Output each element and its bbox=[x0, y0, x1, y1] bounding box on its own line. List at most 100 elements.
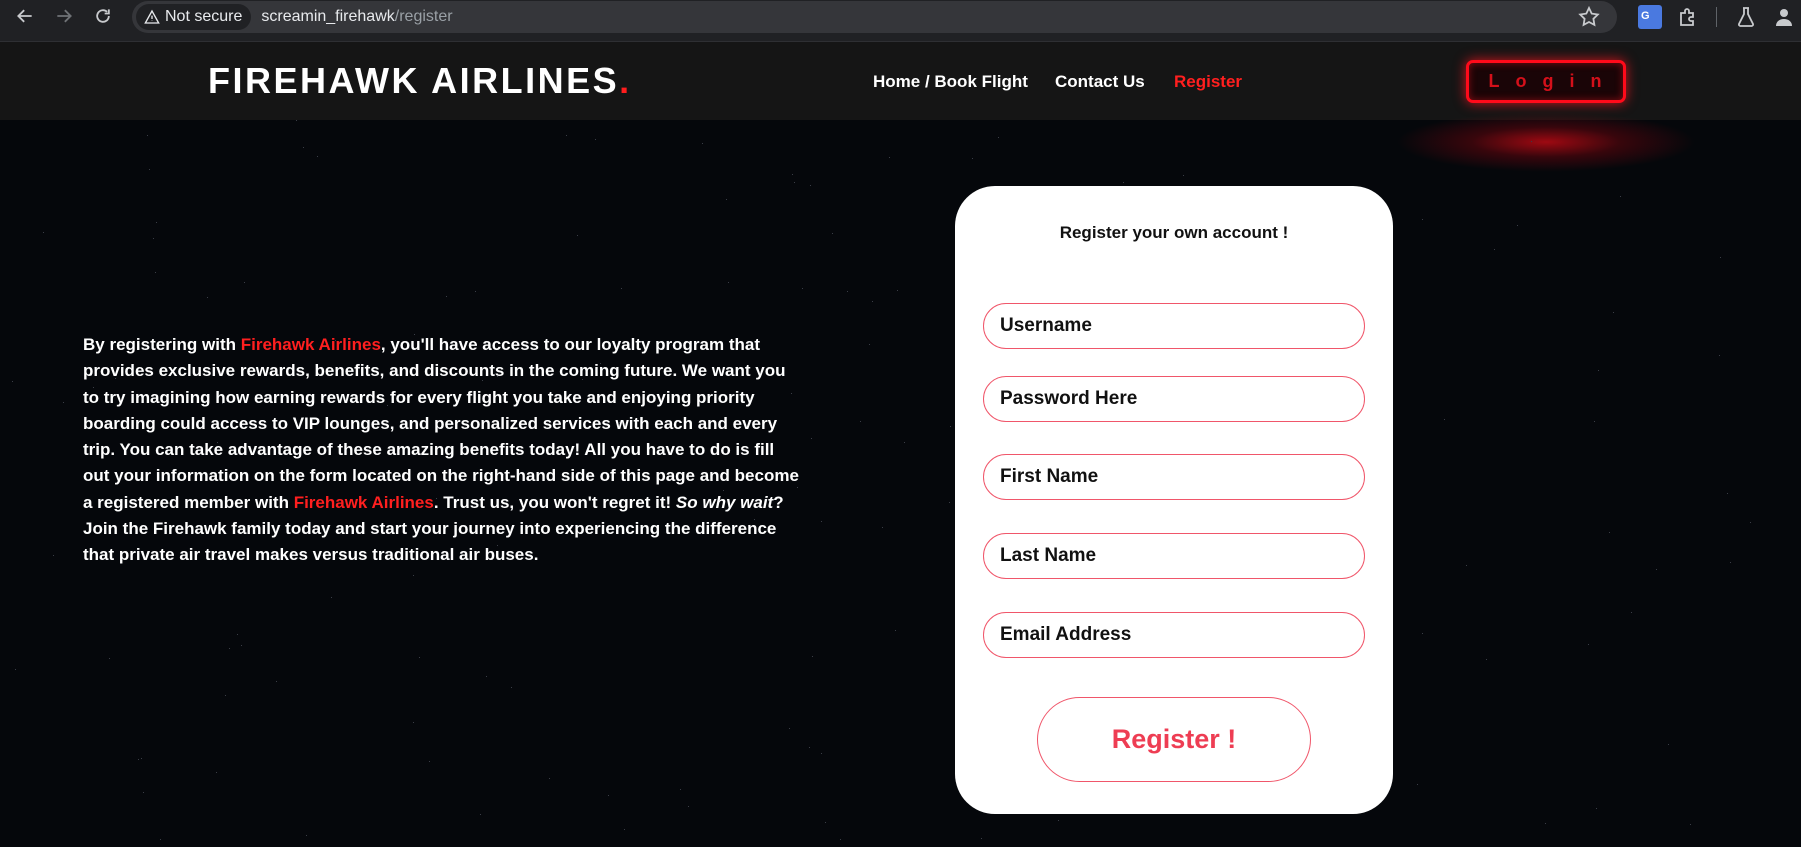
site-header: FIREHAWK AIRLINES. Home / Book Flight Co… bbox=[0, 42, 1801, 120]
email-field[interactable] bbox=[983, 612, 1365, 658]
star-dot bbox=[972, 158, 973, 159]
labs-flask-icon[interactable] bbox=[1734, 5, 1758, 29]
star-dot bbox=[480, 814, 481, 815]
intro-text-3: . Trust us, you won't regret it! bbox=[433, 492, 676, 512]
star-dot bbox=[429, 761, 430, 762]
star-dot bbox=[1720, 257, 1721, 258]
star-dot bbox=[1596, 808, 1597, 809]
star-dot bbox=[1466, 565, 1467, 566]
star-dot bbox=[446, 296, 447, 297]
brand-name: Firehawk Airlines bbox=[293, 492, 434, 512]
security-chip[interactable]: Not secure bbox=[136, 4, 252, 30]
logo-dot: . bbox=[619, 60, 632, 101]
nav-contact-us[interactable]: Contact Us bbox=[1055, 72, 1145, 92]
star-dot bbox=[1058, 820, 1059, 821]
star-dot bbox=[1613, 312, 1614, 313]
url-host: screamin_firehawk bbox=[261, 8, 395, 25]
back-arrow-icon[interactable] bbox=[11, 2, 39, 30]
brand-name: Firehawk Airlines bbox=[240, 335, 381, 354]
star-dot bbox=[1631, 612, 1632, 613]
star-dot bbox=[1620, 196, 1621, 197]
star-dot bbox=[153, 238, 154, 239]
url-text[interactable]: screamin_firehawk/register bbox=[261, 8, 452, 26]
star-dot bbox=[832, 233, 833, 234]
star-dot bbox=[244, 282, 245, 283]
star-dot bbox=[549, 778, 550, 779]
register-submit-button[interactable]: Register ! bbox=[1037, 697, 1311, 782]
forward-arrow-icon[interactable] bbox=[50, 2, 78, 30]
star-dot bbox=[726, 199, 727, 200]
star-dot bbox=[1598, 370, 1599, 371]
star-dot bbox=[847, 291, 848, 292]
browser-toolbar: Not secure screamin_firehawk/register G bbox=[0, 0, 1801, 42]
star-dot bbox=[63, 402, 64, 403]
star-dot bbox=[419, 657, 420, 658]
star-dot bbox=[12, 381, 13, 382]
star-dot bbox=[1727, 493, 1728, 494]
extensions-puzzle-icon[interactable] bbox=[1676, 5, 1700, 29]
star-dot bbox=[882, 527, 883, 528]
star-dot bbox=[897, 290, 898, 291]
bookmark-star-icon[interactable] bbox=[1577, 5, 1601, 29]
star-dot bbox=[577, 235, 578, 236]
star-dot bbox=[207, 297, 208, 298]
star-dot bbox=[810, 185, 811, 186]
form-title: Register your own account ! bbox=[1059, 223, 1289, 242]
star-dot bbox=[825, 822, 826, 823]
warning-icon bbox=[144, 9, 160, 24]
star-dot bbox=[895, 630, 896, 631]
star-dot bbox=[276, 681, 277, 682]
star-dot bbox=[680, 789, 681, 790]
star-dot bbox=[1531, 141, 1532, 142]
password-field[interactable] bbox=[983, 376, 1365, 422]
star-dot bbox=[141, 758, 142, 759]
first-name-field[interactable] bbox=[983, 454, 1365, 500]
star-dot bbox=[413, 575, 414, 576]
intro-text-1: By registering with bbox=[83, 335, 241, 354]
star-dot bbox=[143, 792, 144, 793]
profile-avatar-icon[interactable] bbox=[1772, 5, 1796, 29]
star-dot bbox=[889, 157, 890, 158]
star-dot bbox=[624, 829, 625, 830]
star-dot bbox=[860, 421, 861, 422]
star-dot bbox=[229, 648, 230, 649]
star-dot bbox=[237, 634, 238, 635]
star-dot bbox=[475, 291, 476, 292]
toolbar-divider bbox=[1716, 7, 1717, 27]
logo-text: FIREHAWK AIRLINES bbox=[208, 60, 620, 101]
star-dot bbox=[792, 174, 793, 175]
star-dot bbox=[688, 806, 689, 807]
nav-home-book-flight[interactable]: Home / Book Flight bbox=[873, 72, 1028, 92]
star-dot bbox=[511, 687, 512, 688]
star-dot bbox=[1719, 355, 1720, 356]
star-dot bbox=[809, 747, 810, 748]
star-dot bbox=[413, 722, 414, 723]
login-button[interactable]: Login bbox=[1466, 60, 1626, 103]
star-dot bbox=[1494, 249, 1495, 250]
star-dot bbox=[1656, 569, 1657, 570]
star-dot bbox=[869, 344, 870, 345]
star-dot bbox=[1486, 659, 1487, 660]
star-dot bbox=[216, 772, 217, 773]
star-dot bbox=[1730, 562, 1731, 563]
star-dot bbox=[1422, 633, 1423, 634]
last-name-field[interactable] bbox=[983, 533, 1365, 579]
translate-extension-icon[interactable]: G bbox=[1638, 5, 1662, 29]
site-logo[interactable]: FIREHAWK AIRLINES. bbox=[208, 60, 632, 102]
star-dot bbox=[317, 156, 318, 157]
star-dot bbox=[1690, 824, 1691, 825]
star-dot bbox=[225, 695, 226, 696]
star-dot bbox=[1609, 532, 1610, 533]
star-dot bbox=[486, 676, 487, 677]
address-bar[interactable]: Not secure screamin_firehawk/register bbox=[132, 1, 1617, 33]
star-dot bbox=[241, 645, 242, 646]
reload-icon[interactable] bbox=[89, 2, 117, 30]
star-dot bbox=[608, 795, 609, 796]
star-dot bbox=[149, 169, 150, 170]
star-dot bbox=[794, 182, 795, 183]
star-dot bbox=[1517, 225, 1518, 226]
security-label: Not secure bbox=[165, 8, 243, 25]
nav-register[interactable]: Register bbox=[1174, 72, 1242, 92]
star-dot bbox=[53, 555, 54, 556]
username-field[interactable] bbox=[983, 303, 1365, 349]
